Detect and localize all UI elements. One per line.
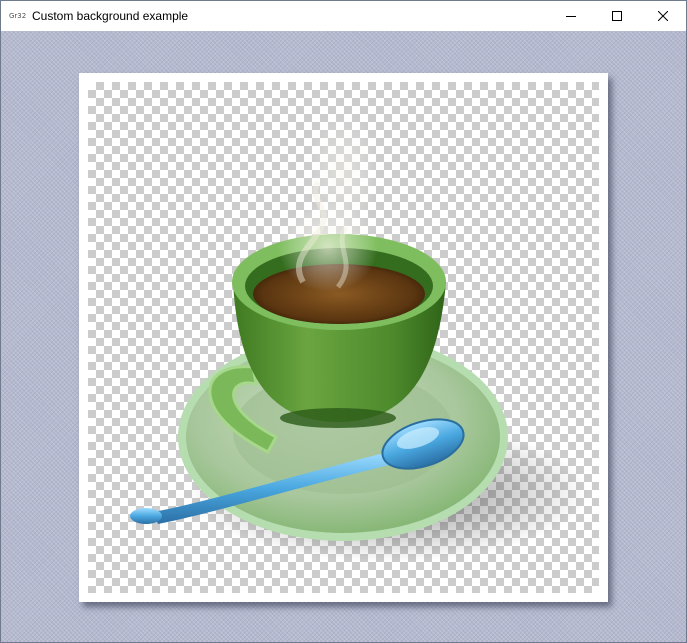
title-bar[interactable]: Gr32 Custom background example — [1, 1, 686, 31]
close-icon — [658, 11, 668, 21]
close-button[interactable] — [640, 1, 686, 31]
coffee-cup-image — [130, 112, 588, 562]
app-icon[interactable]: Gr32 — [9, 10, 26, 22]
window-title: Custom background example — [32, 9, 189, 23]
app-window: Gr32 Custom background example — [0, 0, 687, 643]
maximize-icon — [612, 11, 622, 21]
maximize-button[interactable] — [594, 1, 640, 31]
caption-buttons — [548, 1, 686, 31]
client-area — [1, 31, 686, 642]
image-frame — [79, 73, 608, 602]
minimize-icon — [566, 16, 576, 17]
minimize-button[interactable] — [548, 1, 594, 31]
transparency-checkerboard — [88, 82, 599, 593]
